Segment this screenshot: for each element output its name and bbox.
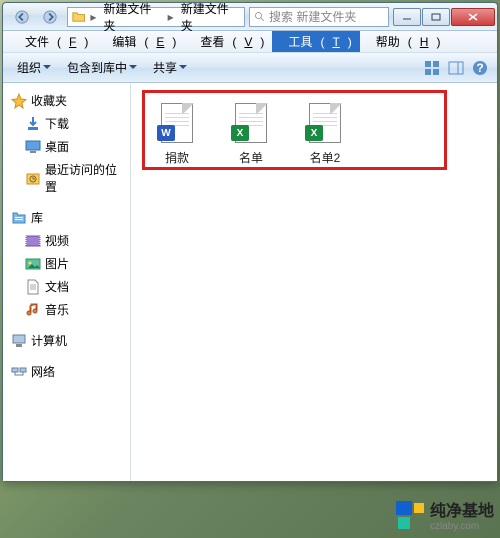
file-item[interactable]: X 名单 xyxy=(221,97,281,170)
share-button[interactable]: 共享 xyxy=(145,56,195,79)
organize-button[interactable]: 组织 xyxy=(9,56,59,79)
sidebar-item-music[interactable]: 音乐 xyxy=(3,298,130,321)
sidebar-item-picture[interactable]: 图片 xyxy=(3,252,130,275)
sidebar-item-download[interactable]: 下载 xyxy=(3,112,130,135)
excel-file-icon: X xyxy=(229,101,273,145)
sidebar-computer[interactable]: 计算机 xyxy=(3,329,130,352)
view-mode-button[interactable] xyxy=(421,57,443,79)
search-input[interactable]: 搜索 新建文件夹 xyxy=(249,7,389,27)
watermark-logo xyxy=(396,501,424,529)
sidebar-star[interactable]: 收藏夹 xyxy=(3,89,130,112)
watermark: 纯净基地 czlaby.com xyxy=(396,497,494,532)
menu-tools[interactable]: 工具(T) xyxy=(272,31,359,52)
file-label: 名单2 xyxy=(310,149,341,166)
forward-button[interactable] xyxy=(37,6,63,28)
sidebar: 收藏夹下载桌面最近访问的位置库视频图片文档音乐计算机网络 xyxy=(3,83,131,481)
menu-file[interactable]: 文件(F) xyxy=(9,31,96,52)
file-item[interactable]: W 捐款 xyxy=(147,97,207,170)
word-file-icon: W xyxy=(155,101,199,145)
address-bar[interactable]: ▸ 新建文件夹 ▸ 新建文件夹 xyxy=(67,7,245,27)
back-button[interactable] xyxy=(9,6,35,28)
menubar: 文件(F) 编辑(E) 查看(V) 工具(T) 帮助(H) xyxy=(3,31,497,53)
maximize-button[interactable] xyxy=(422,8,450,26)
svg-text:?: ? xyxy=(476,61,483,75)
sidebar-library[interactable]: 库 xyxy=(3,206,130,229)
menu-edit[interactable]: 编辑(E) xyxy=(96,31,184,52)
menu-help[interactable]: 帮助(H) xyxy=(360,31,449,52)
menu-view[interactable]: 查看(V) xyxy=(184,31,272,52)
minimize-button[interactable] xyxy=(393,8,421,26)
sidebar-network[interactable]: 网络 xyxy=(3,360,130,383)
content-pane[interactable]: W 捐款 X 名单 X 名单2 xyxy=(131,83,497,481)
watermark-url: czlaby.com xyxy=(430,521,479,532)
breadcrumb-1[interactable]: 新建文件夹 xyxy=(101,0,162,34)
file-label: 捐款 xyxy=(165,149,189,166)
sidebar-item-recent[interactable]: 最近访问的位置 xyxy=(3,158,130,198)
close-button[interactable] xyxy=(451,8,495,26)
include-button[interactable]: 包含到库中 xyxy=(59,56,145,79)
explorer-window: ▸ 新建文件夹 ▸ 新建文件夹 搜索 新建文件夹 文件(F) 编辑(E) 查看(… xyxy=(2,2,498,482)
help-button[interactable]: ? xyxy=(469,57,491,79)
sidebar-item-video[interactable]: 视频 xyxy=(3,229,130,252)
excel-file-icon: X xyxy=(303,101,347,145)
preview-pane-button[interactable] xyxy=(445,57,467,79)
sidebar-item-desktop[interactable]: 桌面 xyxy=(3,135,130,158)
toolbar: 组织 包含到库中 共享 ? xyxy=(3,53,497,83)
file-item[interactable]: X 名单2 xyxy=(295,97,355,170)
file-label: 名单 xyxy=(239,149,263,166)
folder-icon xyxy=(72,10,85,24)
watermark-title: 纯净基地 xyxy=(430,497,494,521)
search-icon xyxy=(254,11,266,23)
breadcrumb-2[interactable]: 新建文件夹 xyxy=(179,0,240,34)
sidebar-item-document[interactable]: 文档 xyxy=(3,275,130,298)
titlebar: ▸ 新建文件夹 ▸ 新建文件夹 搜索 新建文件夹 xyxy=(3,3,497,31)
